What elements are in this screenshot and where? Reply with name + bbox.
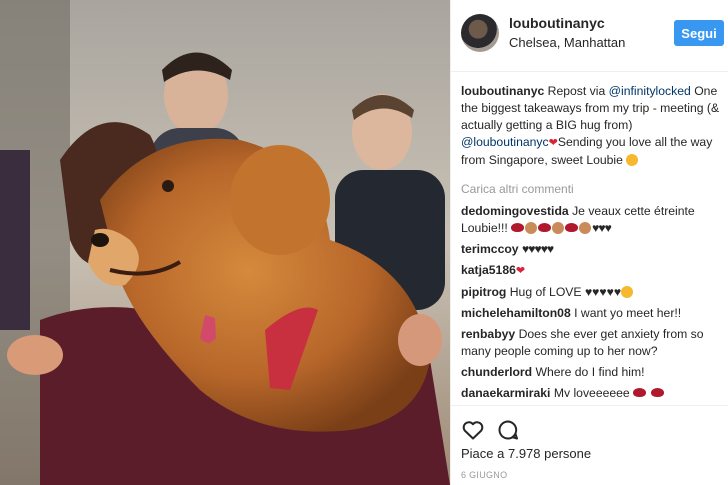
comment-item: chunderlord Where do I find him! [461,364,723,381]
comment-username[interactable]: katja5186 [461,263,516,277]
comment-username[interactable]: terimccoy [461,242,519,256]
heart-emoji-icon: ❤ [548,137,558,149]
comment-item: renbabyy Does she ever get anxiety from … [461,326,723,360]
comment-text: Where do I find him! [535,365,645,379]
caption-text-1: Repost via [547,84,609,98]
comment-username[interactable]: michelehamilton08 [461,306,571,320]
comment-username[interactable]: danaekarmiraki [461,386,550,397]
lips-emoji-icon [650,388,664,397]
lips-emoji-icon [511,223,525,232]
comment-username[interactable]: dedomingovestida [461,204,569,218]
comment-item: pipitrog Hug of LOVE ♥♥♥♥♥ [461,284,723,301]
comment-text: Hug of LOVE ♥♥♥♥♥ [509,285,622,299]
post-sidebar: louboutinanyc Chelsea, Manhattan Segui l… [450,0,728,485]
post-header: louboutinanyc Chelsea, Manhattan Segui [451,0,728,72]
comment-text: My loveeeeee [553,386,630,397]
dog-emoji-icon [579,222,592,234]
comment-username[interactable]: renbabyy [461,327,515,341]
caption-mention-1[interactable]: @infinitylocked [609,84,691,98]
caption-username[interactable]: louboutinanyc [461,84,544,98]
follow-button[interactable]: Segui [674,20,724,46]
comment-item: danaekarmiraki My loveeeeee [461,385,723,397]
caption-mention-2[interactable]: @louboutinanyc [461,135,549,149]
likes-count[interactable]: Piace a 7.978 persone [461,446,591,461]
avatar[interactable] [461,14,499,52]
heart-emoji-icon: ❤ [515,265,526,277]
comment-item: terimccoy ♥♥♥♥♥ [461,241,723,258]
post-photo[interactable] [0,0,450,485]
lips-emoji-icon [565,223,579,232]
dog-emoji-icon [552,222,565,234]
lips-emoji-icon [633,388,647,397]
comment-text: ♥♥♥♥♥ [521,242,554,256]
lips-emoji-icon [538,223,552,232]
comments-list: louboutinanyc Repost via @infinitylocked… [461,83,723,401]
comment-text: I want yo meet her!! [574,306,682,320]
smile-emoji-icon [621,286,634,298]
hearts-emoji-icon: ♥♥♥ [592,221,612,235]
smile-emoji-icon [626,154,639,166]
comment-username[interactable]: chunderlord [461,365,532,379]
comment-icon[interactable] [496,418,520,442]
post-username[interactable]: louboutinanyc [509,15,605,31]
post-date[interactable]: 6 GIUGNO [461,470,507,480]
post-location[interactable]: Chelsea, Manhattan [509,35,625,50]
post-image [0,0,450,485]
comment-item: dedomingovestida Je veaux cette étreinte… [461,203,723,237]
heart-like-icon[interactable] [461,418,485,442]
post-caption: louboutinanyc Repost via @infinitylocked… [461,83,723,169]
load-more-comments[interactable]: Carica altri commenti [461,181,723,198]
dog-emoji-icon [525,222,538,234]
comment-item: michelehamilton08 I want yo meet her!! [461,305,723,322]
comment-username[interactable]: pipitrog [461,285,506,299]
comment-item: katja5186❤ [461,262,723,280]
